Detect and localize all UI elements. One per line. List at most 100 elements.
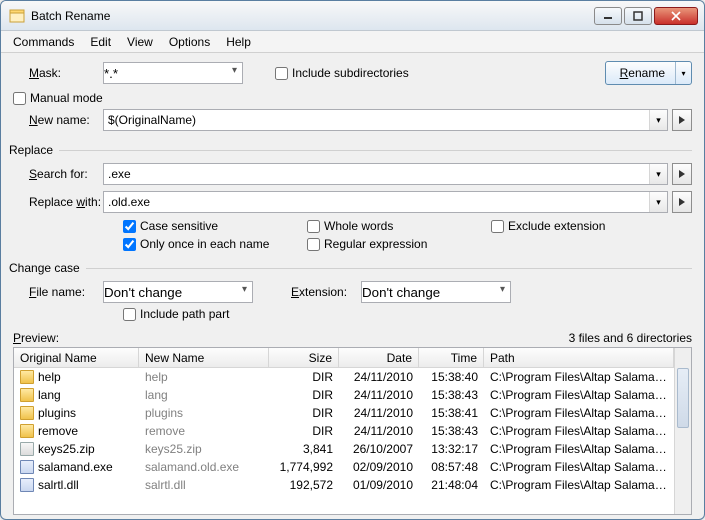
rename-button-label: ename: [628, 66, 665, 80]
exclude-extension-checkbox[interactable]: Exclude extension: [491, 219, 651, 233]
close-button[interactable]: [654, 7, 698, 25]
col-date[interactable]: Date: [339, 348, 419, 367]
extension-case-label: Extension:: [291, 285, 347, 299]
cell-size: 1,774,992: [269, 460, 339, 474]
table-row[interactable]: salrtl.dllsalrtl.dll192,57201/09/201021:…: [14, 476, 674, 494]
case-sensitive-checkbox[interactable]: Case sensitive: [123, 219, 283, 233]
col-path[interactable]: Path: [484, 348, 674, 367]
cell-new: keys25.zip: [139, 442, 269, 456]
cell-original: salrtl.dll: [38, 478, 79, 492]
titlebar: Batch Rename: [1, 1, 704, 31]
cell-date: 01/09/2010: [339, 478, 419, 492]
cell-date: 26/10/2007: [339, 442, 419, 456]
content-area: Mask: *.* Include subdirectories Rename …: [1, 53, 704, 519]
cell-new: salrtl.dll: [139, 478, 269, 492]
preview-label: Preview:: [13, 331, 59, 345]
cell-original: salamand.exe: [38, 460, 113, 474]
mask-label: Mask:: [13, 66, 103, 80]
cell-original: remove: [38, 424, 78, 438]
cell-path: C:\Program Files\Altap Salamander: [484, 388, 674, 402]
preview-summary: 3 files and 6 directories: [569, 331, 692, 345]
cell-date: 02/09/2010: [339, 460, 419, 474]
cell-time: 08:57:48: [419, 460, 484, 474]
folder-icon: [20, 424, 34, 438]
new-name-vars-button[interactable]: [672, 109, 692, 131]
col-new-name[interactable]: New Name: [139, 348, 269, 367]
cell-time: 13:32:17: [419, 442, 484, 456]
cell-path: C:\Program Files\Altap Salamander: [484, 424, 674, 438]
cell-original: keys25.zip: [38, 442, 95, 456]
cell-size: DIR: [269, 370, 339, 384]
cell-path: C:\Program Files\Altap Salamander: [484, 406, 674, 420]
menu-commands[interactable]: Commands: [5, 33, 82, 51]
only-once-checkbox[interactable]: Only once in each name: [123, 237, 283, 251]
table-row[interactable]: removeremoveDIR24/11/201015:38:43C:\Prog…: [14, 422, 674, 440]
scrollbar-thumb[interactable]: [677, 368, 689, 428]
table-row[interactable]: langlangDIR24/11/201015:38:43C:\Program …: [14, 386, 674, 404]
cell-size: 3,841: [269, 442, 339, 456]
new-name-dropdown[interactable]: ▾: [649, 110, 667, 130]
search-for-input[interactable]: [103, 163, 668, 185]
table-row[interactable]: salamand.exe salamand.old.exe1,774,99202/…: [14, 458, 674, 476]
maximize-button[interactable]: [624, 7, 652, 25]
preview-grid: Original Name New Name Size Date Time Pa…: [13, 347, 692, 515]
batch-rename-window: Batch Rename Commands Edit View Options …: [0, 0, 705, 520]
file-name-case-combo[interactable]: Don't change: [103, 281, 253, 303]
menu-edit[interactable]: Edit: [82, 33, 119, 51]
table-row[interactable]: pluginspluginsDIR24/11/201015:38:41C:\Pr…: [14, 404, 674, 422]
cell-path: C:\Program Files\Altap Salamander: [484, 460, 674, 474]
minimize-button[interactable]: [594, 7, 622, 25]
replace-section-header: Replace: [9, 143, 692, 157]
table-row[interactable]: helphelpDIR24/11/201015:38:40C:\Program …: [14, 368, 674, 386]
extension-case-combo[interactable]: Don't change: [361, 281, 511, 303]
search-for-vars-button[interactable]: [672, 163, 692, 185]
include-subdirectories-checkbox[interactable]: Include subdirectories: [275, 66, 409, 80]
cell-size: DIR: [269, 388, 339, 402]
cell-new: remove: [139, 424, 269, 438]
mask-combo[interactable]: *.*: [103, 62, 243, 84]
cell-new: salamand.old.exe: [139, 460, 269, 474]
cell-original: help: [38, 370, 61, 384]
replace-with-input[interactable]: [103, 191, 668, 213]
app-icon: [9, 8, 25, 24]
include-path-part-checkbox[interactable]: Include path part: [123, 307, 229, 321]
cell-original: plugins: [38, 406, 76, 420]
cell-size: DIR: [269, 406, 339, 420]
cell-date: 24/11/2010: [339, 424, 419, 438]
rename-button-dropdown[interactable]: ▾: [675, 62, 691, 84]
cell-time: 15:38:40: [419, 370, 484, 384]
replace-with-dropdown[interactable]: ▾: [649, 192, 667, 212]
manual-mode-checkbox[interactable]: Manual mode: [13, 91, 103, 105]
file-name-case-label: File name:: [13, 285, 103, 299]
col-original-name[interactable]: Original Name: [14, 348, 139, 367]
cell-time: 21:48:04: [419, 478, 484, 492]
new-name-input[interactable]: [103, 109, 668, 131]
regular-expression-checkbox[interactable]: Regular expression: [307, 237, 467, 251]
col-time[interactable]: Time: [419, 348, 484, 367]
whole-words-checkbox[interactable]: Whole words: [307, 219, 467, 233]
cell-date: 24/11/2010: [339, 406, 419, 420]
table-row[interactable]: keys25.zipkeys25.zip3,84126/10/200713:32…: [14, 440, 674, 458]
replace-with-vars-button[interactable]: [672, 191, 692, 213]
menu-help[interactable]: Help: [218, 33, 259, 51]
cell-date: 24/11/2010: [339, 388, 419, 402]
rename-button[interactable]: Rename ▾: [605, 61, 692, 85]
zip-file-icon: [20, 442, 34, 456]
vertical-scrollbar[interactable]: [674, 348, 691, 514]
search-for-dropdown[interactable]: ▾: [649, 164, 667, 184]
new-name-label: New name:: [13, 113, 103, 127]
col-size[interactable]: Size: [269, 348, 339, 367]
application-file-icon: [20, 460, 34, 474]
cell-new: lang: [139, 388, 269, 402]
cell-time: 15:38:43: [419, 424, 484, 438]
folder-icon: [20, 388, 34, 402]
search-for-label: Search for:: [13, 167, 103, 181]
cell-date: 24/11/2010: [339, 370, 419, 384]
cell-size: DIR: [269, 424, 339, 438]
window-title: Batch Rename: [31, 9, 594, 23]
menu-options[interactable]: Options: [161, 33, 218, 51]
menu-view[interactable]: View: [119, 33, 161, 51]
cell-time: 15:38:41: [419, 406, 484, 420]
change-case-section-header: Change case: [9, 261, 692, 275]
application-file-icon: [20, 478, 34, 492]
